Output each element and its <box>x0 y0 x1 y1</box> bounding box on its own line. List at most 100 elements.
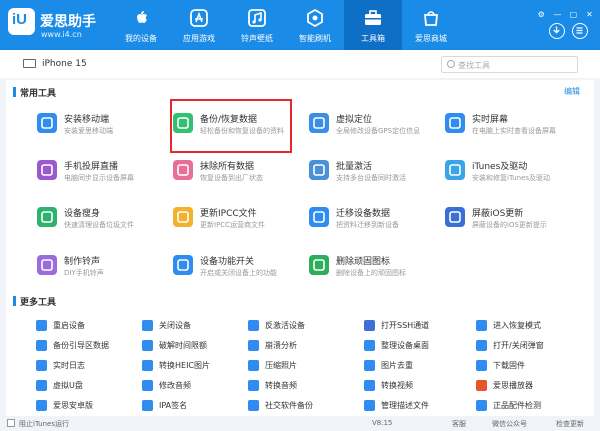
search-input[interactable]: 查找工具 <box>441 56 578 73</box>
more-tool-item[interactable]: 打开SSH通道 <box>364 317 474 335</box>
tool-item[interactable]: 手机投屏直播 电脑同步显示设备屏幕 <box>36 157 171 195</box>
more-tool-item[interactable]: 图片去重 <box>364 357 474 375</box>
tool-title: 设备瘦身 <box>64 209 101 219</box>
minimize-icon[interactable]: — <box>552 10 563 19</box>
tool-icon <box>173 160 193 180</box>
more-tool-item[interactable]: 转换音频 <box>248 377 358 395</box>
more-tool-item[interactable]: 整理设备桌面 <box>364 337 474 355</box>
tool-subtitle: 快速清理设备垃圾文件 <box>64 221 134 229</box>
tool-subtitle: 开启或关闭设备上的功能 <box>200 269 277 277</box>
tool-title: iTunes及驱动 <box>472 162 528 172</box>
more-tool-label: 修改音频 <box>159 381 191 390</box>
more-tool-icon <box>248 320 259 331</box>
nav-ringtones[interactable]: 铃声壁纸 <box>228 0 286 50</box>
more-tool-label: 正品配件检测 <box>493 401 541 410</box>
tool-subtitle: 更新IPCC运营商文件 <box>200 221 266 229</box>
tool-title: 批量激活 <box>336 162 373 172</box>
tool-item[interactable]: 制作铃声 DIY手机铃声 <box>36 252 171 290</box>
tool-subtitle: 安装爱思移动端 <box>64 127 113 135</box>
more-tool-label: 管理描述文件 <box>381 401 429 410</box>
nav-toolbox[interactable]: 工具箱 <box>344 0 402 50</box>
tool-icon <box>37 160 57 180</box>
more-tool-label: 爱思安卓版 <box>53 401 93 410</box>
more-tools-title: 更多工具 <box>20 298 57 308</box>
tool-item[interactable]: 设备瘦身快速清理设备垃圾文件 <box>36 204 171 242</box>
more-tool-item[interactable]: 爱思安卓版 <box>36 397 146 415</box>
tool-item[interactable]: 批量激活支持多台设备同时激活 <box>308 157 443 195</box>
download-icon[interactable] <box>549 23 565 39</box>
brand-url: www.i4.cn <box>41 30 82 39</box>
more-tool-item[interactable]: 破解时间限额 <box>142 337 252 355</box>
more-tool-label: 转换HEIC图片 <box>159 361 211 370</box>
more-tool-label: 转换音频 <box>265 381 297 390</box>
maximize-icon[interactable]: ▢ <box>568 10 579 19</box>
more-tool-icon <box>142 320 153 331</box>
more-tool-item[interactable]: 重启设备 <box>36 317 146 335</box>
itunes-checkbox[interactable] <box>7 419 15 427</box>
nav-smart-flash[interactable]: 智能刷机 <box>286 0 344 50</box>
more-tool-item[interactable]: 爱思播放器 <box>476 377 586 395</box>
more-tool-item[interactable]: 转换HEIC图片 <box>142 357 252 375</box>
more-tool-item[interactable]: 虚拟U盘 <box>36 377 146 395</box>
more-tool-label: 关闭设备 <box>159 321 191 330</box>
tool-item[interactable]: 迁移设备数据 把资料迁移到新设备 <box>308 204 443 242</box>
settings-icon[interactable]: ⚙ <box>536 10 547 19</box>
tool-icon <box>445 160 465 180</box>
tool-title: 更新IPCC文件 <box>200 209 257 219</box>
more-tool-item[interactable]: 压缩照片 <box>248 357 358 375</box>
more-tool-icon <box>476 340 487 351</box>
edit-link[interactable]: 编辑 <box>564 86 580 97</box>
check-update-link[interactable]: 检查更新 <box>556 419 584 429</box>
more-tool-icon <box>248 360 259 371</box>
more-tool-item[interactable]: IPA签名 <box>142 397 252 415</box>
more-tool-item[interactable]: 转换视频 <box>364 377 474 395</box>
more-tool-label: IPA签名 <box>159 401 188 410</box>
menu-icon[interactable] <box>572 23 588 39</box>
tool-item[interactable]: 更新IPCC文件更新IPCC运营商文件 <box>172 204 307 242</box>
more-tool-item[interactable]: 关闭设备 <box>142 317 252 335</box>
more-tool-label: 打开SSH通道 <box>381 321 430 330</box>
tool-item[interactable]: 抹除所有数据 恢复设备到出厂状态 <box>172 157 307 195</box>
more-tool-item[interactable]: 实时日志 <box>36 357 146 375</box>
more-tool-label: 压缩照片 <box>265 361 297 370</box>
tool-item[interactable]: 屏蔽iOS更新 屏蔽设备的iOS更新提示 <box>444 204 579 242</box>
nav-my-device[interactable]: 我的设备 <box>112 0 170 50</box>
more-tool-item[interactable]: 下载固件 <box>476 357 586 375</box>
tool-subtitle: 删除设备上的顽固图标 <box>336 269 406 277</box>
version-label: V8.15 <box>372 419 393 427</box>
tool-item[interactable]: 实时屏幕 在电脑上实时查看设备屏幕 <box>444 110 579 148</box>
wechat-link[interactable]: 微信公众号 <box>492 419 527 429</box>
more-tool-icon <box>364 380 375 391</box>
tool-subtitle: 支持多台设备同时激活 <box>336 174 406 182</box>
tool-item[interactable]: 安装移动端 安装爱思移动端 <box>36 110 171 148</box>
more-tool-item[interactable]: 打开/关闭弹窗 <box>476 337 586 355</box>
more-tool-icon <box>36 340 47 351</box>
tool-item[interactable]: iTunes及驱动 安装和修复iTunes及驱动 <box>444 157 579 195</box>
tool-item[interactable]: 删除顽固图标 删除设备上的顽固图标 <box>308 252 443 290</box>
more-tool-item[interactable]: 进入恢复模式 <box>476 317 586 335</box>
more-tool-item[interactable]: 修改音频 <box>142 377 252 395</box>
more-tool-icon <box>36 380 47 391</box>
more-tool-label: 崩溃分析 <box>265 341 297 350</box>
more-tool-label: 备份引导区数据 <box>53 341 109 350</box>
more-tool-item[interactable]: 备份引导区数据 <box>36 337 146 355</box>
feedback-link[interactable]: 客服 <box>452 419 466 429</box>
tool-title: 设备功能开关 <box>200 257 255 267</box>
device-name[interactable]: iPhone 15 <box>42 59 87 69</box>
more-tool-item[interactable]: 社交软件备份 <box>248 397 358 415</box>
more-tool-item[interactable]: 崩溃分析 <box>248 337 358 355</box>
tool-item[interactable]: 设备功能开关开启或关闭设备上的功能 <box>172 252 307 290</box>
tool-item[interactable]: 虚拟定位 全局修改设备GPS定位信息 <box>308 110 443 148</box>
more-tool-item[interactable]: 正品配件检测 <box>476 397 586 415</box>
more-tool-icon <box>364 340 375 351</box>
close-icon[interactable]: ✕ <box>584 10 595 19</box>
tool-icon <box>445 113 465 133</box>
more-tool-item[interactable]: 管理描述文件 <box>364 397 474 415</box>
nav-store[interactable]: 爱思商城 <box>402 0 460 50</box>
more-tool-icon <box>476 320 487 331</box>
more-tool-label: 重启设备 <box>53 321 85 330</box>
nav-apps-games[interactable]: 应用游戏 <box>170 0 228 50</box>
tool-subtitle: 在电脑上实时查看设备屏幕 <box>472 127 556 135</box>
more-tool-item[interactable]: 反激活设备 <box>248 317 358 335</box>
highlight-box <box>170 99 292 153</box>
